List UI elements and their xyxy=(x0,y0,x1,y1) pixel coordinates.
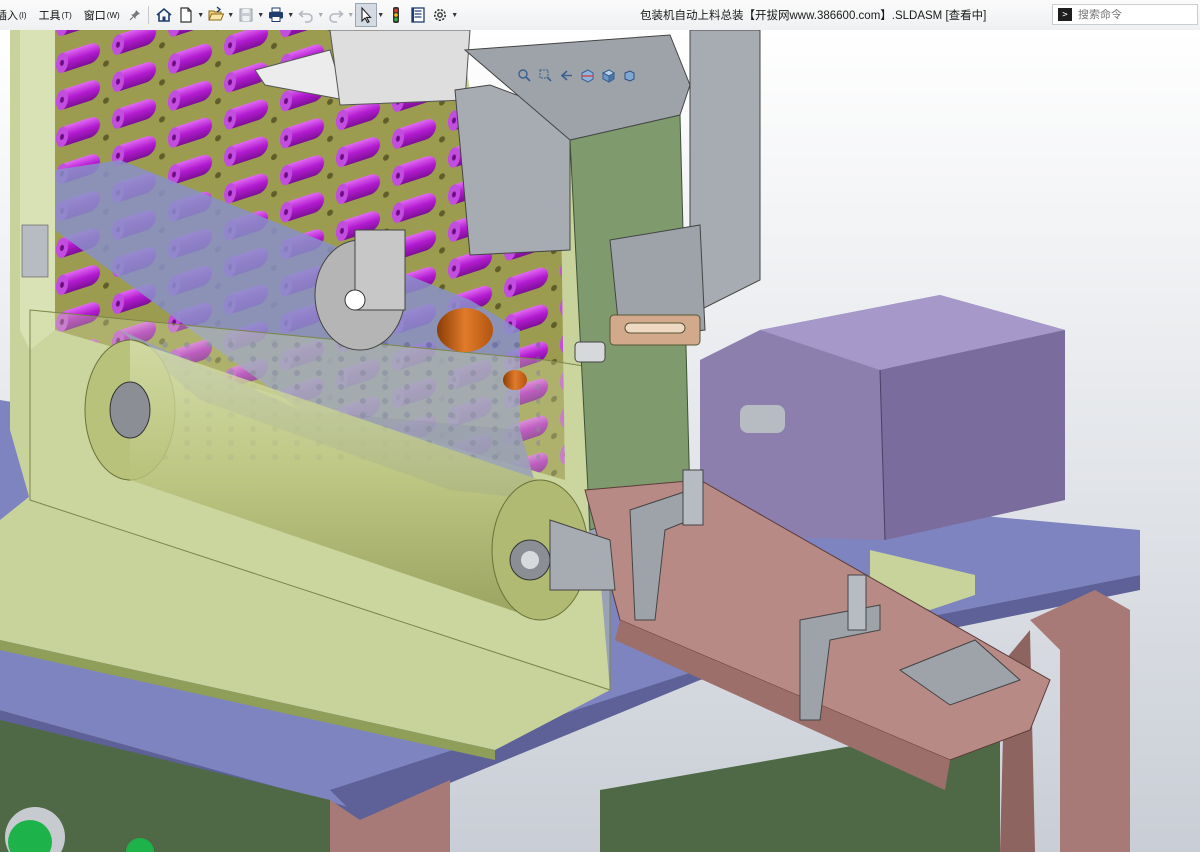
command-search-box[interactable]: > xyxy=(1052,4,1198,25)
motor-shaft xyxy=(740,405,785,433)
home-icon[interactable] xyxy=(153,3,175,27)
undo-icon[interactable] xyxy=(295,3,317,27)
drum-left-bearing xyxy=(109,381,151,439)
pin-icon[interactable] xyxy=(126,0,144,30)
options-gear-icon[interactable] xyxy=(429,3,451,27)
redo-dropdown-chevron-icon[interactable]: ▼ xyxy=(347,3,355,27)
open-dropdown-chevron-icon[interactable]: ▼ xyxy=(227,3,235,27)
hopper-side-wall xyxy=(20,30,55,350)
redo-icon[interactable] xyxy=(325,3,347,27)
save-dropdown-chevron-icon[interactable]: ▼ xyxy=(257,3,265,27)
menu-window[interactable]: 窗口 (W) xyxy=(78,0,126,30)
top-grey-plate xyxy=(329,30,471,106)
command-prompt-icon: > xyxy=(1058,8,1072,21)
drum-bearing-inner xyxy=(521,551,539,569)
section-view-icon[interactable] xyxy=(578,67,596,83)
orange-small-bushing xyxy=(503,370,527,390)
toolbar-separator xyxy=(147,6,149,24)
document-title: 包装机自动上料总装【开拔网www.386600.com】.SLDASM [查看中… xyxy=(640,10,987,22)
options-dropdown-chevron-icon[interactable]: ▼ xyxy=(451,3,459,27)
menu-window-accel: (W) xyxy=(106,10,120,20)
open-folder-icon[interactable] xyxy=(205,3,227,27)
undo-dropdown-chevron-icon[interactable]: ▼ xyxy=(317,3,325,27)
hinge-bracket xyxy=(21,224,49,278)
menu-insert-label: 插入 xyxy=(0,10,18,22)
heads-up-view-toolbar xyxy=(515,67,638,83)
previous-view-icon[interactable] xyxy=(557,67,575,83)
adjust-screw-lower xyxy=(847,574,867,631)
select-pointer-icon[interactable] xyxy=(354,3,377,27)
select-dropdown-chevron-icon[interactable]: ▼ xyxy=(377,3,385,27)
menu-tools-accel: (T) xyxy=(61,10,72,20)
menu-window-label: 窗口 xyxy=(83,10,106,22)
adjust-screw-upper xyxy=(682,469,704,526)
zoom-area-icon[interactable] xyxy=(536,67,554,83)
menu-tools[interactable]: 工具 (T) xyxy=(33,0,78,30)
hex-bolt xyxy=(574,341,606,363)
cam-bore xyxy=(344,289,366,311)
menu-insert[interactable]: 插入 (I) xyxy=(0,0,33,30)
file-properties-icon[interactable] xyxy=(407,3,429,27)
adjuster-slot xyxy=(624,322,686,334)
assembly-model-render[interactable] xyxy=(0,30,1200,852)
menu-tools-label: 工具 xyxy=(38,10,61,22)
view-orientation-icon[interactable] xyxy=(599,67,617,83)
rebuild-traffic-light-icon[interactable] xyxy=(385,3,407,27)
new-document-icon[interactable] xyxy=(175,3,197,27)
menu-insert-accel: (I) xyxy=(19,10,27,20)
display-style-icon[interactable] xyxy=(620,67,638,83)
orange-bushing xyxy=(437,308,493,352)
new-dropdown-chevron-icon[interactable]: ▼ xyxy=(197,3,205,27)
command-bar: 插入 (I) 工具 (T) 窗口 (W) ▼ ▼ ▼ ▼ ▼ ▼ ▼ ▼ xyxy=(0,0,1200,31)
graphics-area[interactable] xyxy=(0,30,1200,852)
print-icon[interactable] xyxy=(265,3,287,27)
save-icon[interactable] xyxy=(235,3,257,27)
zoom-to-fit-icon[interactable] xyxy=(515,67,533,83)
print-dropdown-chevron-icon[interactable]: ▼ xyxy=(287,3,295,27)
search-commands-input[interactable] xyxy=(1078,8,1188,21)
